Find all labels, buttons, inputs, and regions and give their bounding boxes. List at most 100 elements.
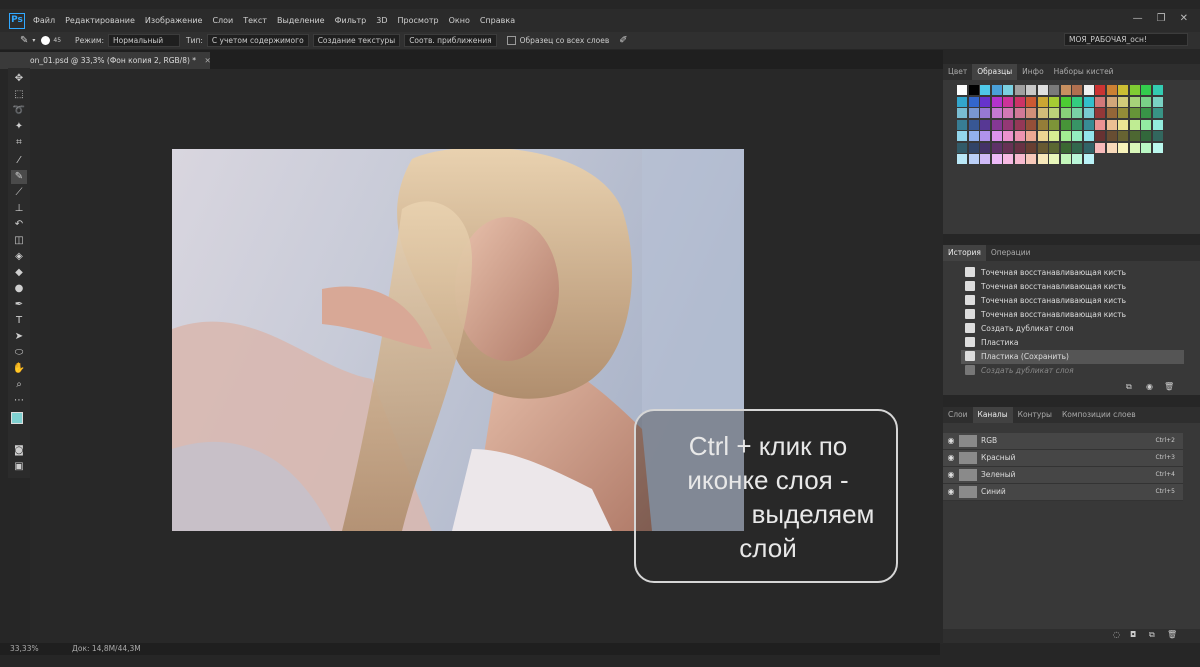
more-tools-icon[interactable]: ⋯	[11, 394, 27, 408]
dodge-tool-icon[interactable]: ●	[11, 282, 27, 296]
color-swatch[interactable]	[1026, 85, 1036, 95]
magic-wand-tool-icon[interactable]: ✦	[11, 120, 27, 134]
channel-thumbnail[interactable]	[959, 469, 977, 481]
color-swatch[interactable]	[1152, 142, 1163, 153]
color-swatch[interactable]	[1106, 131, 1117, 141]
color-swatch[interactable]	[1060, 85, 1071, 95]
color-swatch[interactable]	[957, 96, 967, 107]
color-swatch[interactable]	[980, 96, 990, 107]
color-swatch[interactable]	[1152, 96, 1163, 107]
quick-mask-icon[interactable]: ◙	[11, 444, 27, 458]
channel-row[interactable]: ◉ Красный Ctrl+3	[943, 450, 1183, 467]
zoom-tool-icon[interactable]: ⌕	[11, 378, 27, 392]
color-swatch[interactable]	[1049, 142, 1059, 153]
color-swatch[interactable]	[1083, 108, 1094, 118]
menu-filter[interactable]: Фильтр	[335, 16, 367, 25]
color-swatch[interactable]	[1152, 108, 1163, 118]
color-swatch[interactable]	[1118, 119, 1128, 130]
load-selection-icon[interactable]: ◌	[1113, 630, 1120, 639]
color-swatch[interactable]	[1003, 96, 1013, 107]
color-swatch[interactable]	[1118, 131, 1128, 141]
color-swatch[interactable]	[980, 154, 990, 164]
eraser-tool-icon[interactable]: ◫	[11, 234, 27, 248]
mode-select[interactable]: Нормальный	[108, 34, 180, 47]
color-swatch[interactable]	[1083, 154, 1094, 164]
tab-layers[interactable]: Слои	[943, 407, 973, 423]
color-swatch[interactable]	[1049, 119, 1059, 130]
color-swatch[interactable]	[1106, 108, 1117, 118]
color-swatch[interactable]	[1095, 142, 1105, 153]
color-swatch[interactable]	[1152, 119, 1163, 130]
color-swatch[interactable]	[1037, 154, 1048, 164]
color-swatch[interactable]	[980, 142, 990, 153]
visibility-eye-icon[interactable]: ◉	[946, 450, 956, 466]
color-swatch[interactable]	[1106, 142, 1117, 153]
pressure-icon[interactable]: ✐	[619, 35, 627, 46]
color-swatch[interactable]	[1083, 142, 1094, 153]
menu-file[interactable]: Файл	[33, 16, 55, 25]
menu-layers[interactable]: Слои	[212, 16, 233, 25]
color-swatch[interactable]	[1060, 96, 1071, 107]
color-swatch[interactable]	[1118, 108, 1128, 118]
color-swatch[interactable]	[1141, 85, 1151, 95]
visibility-eye-icon[interactable]: ◉	[946, 484, 956, 500]
color-swatch[interactable]	[1003, 154, 1013, 164]
color-swatch[interactable]	[991, 96, 1002, 107]
brush-preview-icon[interactable]	[41, 36, 51, 45]
history-item[interactable]: Пластика	[961, 336, 1184, 350]
channel-thumbnail[interactable]	[959, 486, 977, 498]
color-swatch[interactable]	[1014, 131, 1025, 141]
channel-thumbnail[interactable]	[959, 435, 977, 447]
tab-swatches[interactable]: Образцы	[972, 64, 1018, 80]
color-swatch[interactable]	[1014, 154, 1025, 164]
color-swatch[interactable]	[1049, 85, 1059, 95]
history-item[interactable]: Точечная восстанавливающая кисть	[961, 294, 1184, 308]
color-swatch[interactable]	[1026, 108, 1036, 118]
color-swatch[interactable]	[1095, 96, 1105, 107]
color-swatch[interactable]	[1106, 119, 1117, 130]
color-swatch[interactable]	[1095, 131, 1105, 141]
color-swatch[interactable]	[1129, 131, 1140, 141]
color-swatch[interactable]	[991, 119, 1002, 130]
color-swatch[interactable]	[957, 85, 967, 95]
create-texture-button[interactable]: Создание текстуры	[312, 34, 401, 47]
color-swatch[interactable]	[1026, 96, 1036, 107]
color-swatch[interactable]	[1072, 96, 1082, 107]
color-swatch[interactable]	[1003, 131, 1013, 141]
color-swatch[interactable]	[1049, 154, 1059, 164]
new-channel-icon[interactable]: ⧉	[1149, 630, 1155, 640]
color-swatch[interactable]	[1003, 119, 1013, 130]
color-swatch[interactable]	[991, 85, 1002, 95]
document-size[interactable]: Док: 14,8M/44,3M	[72, 644, 141, 653]
menu-edit[interactable]: Редактирование	[65, 16, 135, 25]
document-tab[interactable]: on_01.psd @ 33,3% (Фон копия 2, RGB/8) *…	[0, 52, 211, 69]
color-swatch[interactable]	[1072, 119, 1082, 130]
color-swatch[interactable]	[1141, 131, 1151, 141]
tab-channels[interactable]: Каналы	[972, 407, 1013, 423]
trash-icon[interactable]: 🗑	[1164, 382, 1174, 391]
restore-button[interactable]: ❐	[1157, 13, 1166, 24]
color-swatch[interactable]	[991, 154, 1002, 164]
type-tool-icon[interactable]: T	[11, 314, 27, 328]
color-swatch[interactable]	[1014, 119, 1025, 130]
channel-row[interactable]: ◉ Синий Ctrl+5	[943, 484, 1183, 501]
swatch-grid[interactable]	[957, 85, 1187, 220]
healing-brush-tool-icon[interactable]: ✎	[20, 35, 28, 46]
color-swatch[interactable]	[980, 85, 990, 95]
history-brush-tool-icon[interactable]: ↶	[11, 218, 27, 232]
color-swatch[interactable]	[957, 131, 967, 141]
color-swatch[interactable]	[1049, 131, 1059, 141]
color-swatch[interactable]	[968, 108, 979, 118]
marquee-tool-icon[interactable]: ⬚	[11, 88, 27, 102]
color-swatch[interactable]	[1118, 142, 1128, 153]
color-swatch[interactable]	[1106, 85, 1117, 95]
color-swatch[interactable]	[968, 119, 979, 130]
trash-icon[interactable]: 🗑	[1167, 630, 1177, 639]
color-swatch[interactable]	[1072, 85, 1082, 95]
color-swatch[interactable]	[1060, 142, 1071, 153]
color-swatch[interactable]	[1129, 142, 1140, 153]
save-selection-icon[interactable]: ◘	[1130, 630, 1136, 639]
color-swatch[interactable]	[1129, 85, 1140, 95]
color-swatch[interactable]	[1141, 119, 1151, 130]
color-swatch[interactable]	[957, 108, 967, 118]
